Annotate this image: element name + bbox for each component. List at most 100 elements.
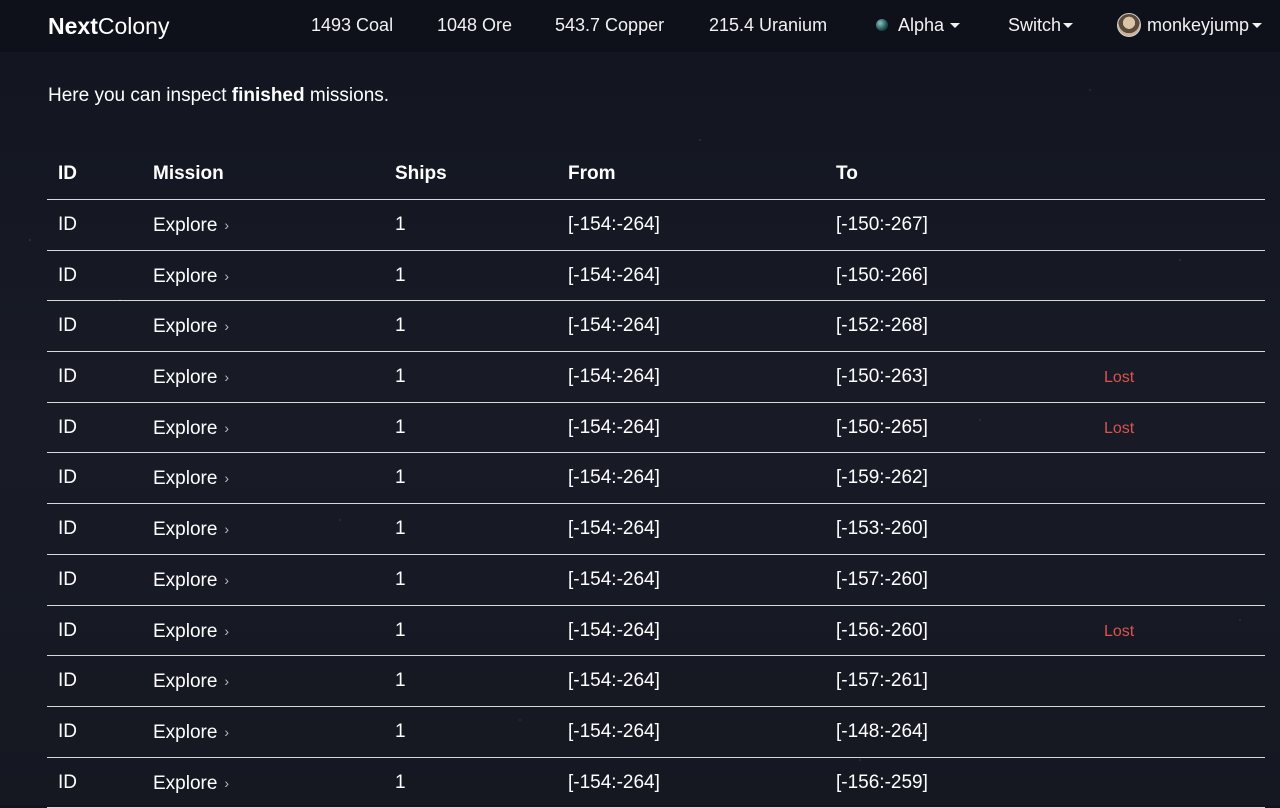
table-row: ID Explore › 1 [-154:-264] [-150:-265] Lost: [47, 403, 1265, 454]
mission-link[interactable]: Explore ›: [153, 264, 229, 289]
cell-to: [-157:-261]: [836, 670, 928, 692]
table-row: ID Explore › 1 [-154:-264] [-156:-260] Lost: [47, 606, 1265, 657]
mission-label: Explore: [153, 772, 218, 794]
cell-from: [-154:-264]: [568, 467, 660, 489]
switch-dropdown[interactable]: Switch: [1008, 14, 1074, 36]
cell-id: ID: [58, 619, 77, 641]
cell-id: ID: [58, 518, 77, 540]
cell-to: [-156:-259]: [836, 771, 928, 793]
cell-id: ID: [58, 467, 77, 489]
mission-link[interactable]: Explore ›: [153, 314, 229, 339]
chevron-right-icon: ›: [224, 318, 230, 335]
cell-from: [-154:-264]: [568, 619, 660, 641]
mission-label: Explore: [153, 519, 218, 541]
missions-table: ID Mission Ships From To ID Explore › 1 [-15…: [47, 149, 1265, 808]
mission-link[interactable]: Explore ›: [153, 416, 229, 441]
cell-from: [-154:-264]: [568, 315, 660, 337]
header-ships: Ships: [395, 163, 447, 184]
chevron-right-icon: ›: [224, 723, 230, 740]
planet-dropdown[interactable]: Alpha: [876, 14, 961, 36]
chevron-right-icon: ›: [224, 217, 230, 233]
header-id: ID: [58, 163, 77, 184]
chevron-right-icon: ›: [224, 369, 230, 386]
mission-link[interactable]: Explore ›: [153, 517, 229, 542]
cell-id: ID: [58, 568, 77, 590]
cell-to: [-159:-262]: [836, 467, 928, 489]
mission-link[interactable]: Explore ›: [153, 619, 229, 644]
cell-to: [-152:-268]: [836, 315, 928, 337]
cell-id: ID: [58, 214, 77, 235]
cell-ships: 1: [395, 518, 406, 540]
cell-from: [-154:-264]: [568, 568, 660, 590]
mission-label: Explore: [153, 417, 218, 439]
resource-ore: 1048 Ore: [437, 15, 513, 35]
table-row: ID Explore › 1 [-154:-264] [-159:-262]: [47, 453, 1265, 505]
mission-link[interactable]: Explore ›: [153, 213, 229, 238]
mission-link[interactable]: Explore ›: [153, 669, 229, 694]
cell-id: ID: [58, 264, 77, 286]
cell-id: ID: [58, 720, 77, 742]
cell-to: [-150:-263]: [836, 366, 928, 388]
cell-from: [-154:-264]: [568, 264, 660, 286]
chevron-right-icon: ›: [224, 470, 230, 487]
cell-from: [-154:-264]: [568, 518, 660, 540]
cell-to: [-157:-260]: [836, 568, 928, 590]
cell-ships: 1: [395, 315, 406, 337]
mission-label: Explore: [153, 367, 218, 389]
avatar-icon: [1117, 12, 1141, 37]
mission-link[interactable]: Explore ›: [153, 771, 229, 796]
cell-ships: 1: [395, 771, 406, 793]
table-row: ID Explore › 1 [-154:-264] [-157:-261]: [47, 656, 1265, 707]
chevron-right-icon: ›: [224, 267, 230, 284]
cell-from: [-154:-264]: [568, 214, 660, 235]
intro-bold: finished: [231, 85, 305, 106]
table-row: ID Explore › 1 [-154:-264] [-156:-259]: [47, 758, 1265, 808]
cell-from: [-154:-264]: [568, 771, 660, 793]
chevron-right-icon: ›: [224, 419, 230, 436]
cell-to: [-153:-260]: [836, 518, 928, 540]
mission-label: Explore: [153, 468, 218, 490]
chevron-right-icon: ›: [224, 521, 230, 538]
cell-to: [-148:-264]: [836, 720, 928, 742]
cell-ships: 1: [395, 619, 406, 641]
status-badge: Lost: [1104, 622, 1135, 640]
cell-ships: 1: [395, 214, 406, 235]
caret-down-icon: [950, 22, 961, 28]
intro-after: missions.: [304, 85, 390, 106]
cell-ships: 1: [395, 720, 406, 742]
cell-ships: 1: [395, 416, 406, 438]
mission-link[interactable]: Explore ›: [153, 365, 229, 390]
header-from: From: [568, 163, 616, 184]
cell-id: ID: [58, 416, 77, 438]
resource-coal: 1493 Coal: [311, 15, 394, 35]
planet-icon: [876, 18, 888, 31]
mission-link[interactable]: Explore ›: [153, 466, 229, 491]
mission-label: Explore: [153, 316, 218, 338]
status-badge: Lost: [1104, 419, 1135, 437]
switch-dropdown-label: Switch: [1008, 15, 1062, 35]
mission-link[interactable]: Explore ›: [153, 720, 229, 745]
brand-logo[interactable]: NextColony: [48, 12, 169, 40]
chevron-right-icon: ›: [224, 673, 230, 690]
cell-to: [-156:-260]: [836, 619, 928, 641]
cell-id: ID: [58, 771, 77, 793]
cell-ships: 1: [395, 670, 406, 692]
cell-ships: 1: [395, 264, 406, 286]
planet-dropdown-label: Alpha: [898, 15, 945, 35]
user-dropdown[interactable]: monkeyjump: [1117, 12, 1263, 37]
table-row: ID Explore › 1 [-154:-264] [-150:-263] Lost: [47, 352, 1265, 403]
cell-to: [-150:-266]: [836, 264, 928, 286]
cell-ships: 1: [395, 568, 406, 590]
cell-from: [-154:-264]: [568, 670, 660, 692]
cell-to: [-150:-267]: [836, 214, 928, 235]
cell-from: [-154:-264]: [568, 720, 660, 742]
intro-before: Here you can inspect: [48, 85, 232, 106]
intro-text: Here you can inspect finished missions.: [48, 84, 389, 108]
cell-from: [-154:-264]: [568, 366, 660, 388]
chevron-right-icon: ›: [224, 774, 230, 791]
cell-to: [-150:-265]: [836, 416, 928, 438]
mission-link[interactable]: Explore ›: [153, 568, 229, 593]
status-badge: Lost: [1104, 369, 1135, 387]
caret-down-icon: [1252, 22, 1263, 28]
chevron-right-icon: ›: [224, 622, 230, 639]
